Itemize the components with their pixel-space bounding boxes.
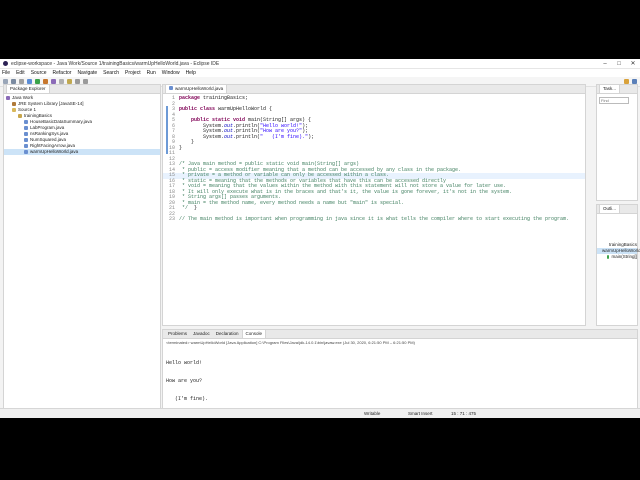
change-marker bbox=[166, 106, 168, 154]
status-writable: Writable bbox=[364, 411, 381, 416]
tab-problems[interactable]: Problems bbox=[165, 330, 190, 338]
code-text: System.out.println(" (I'm fine)."); bbox=[179, 133, 315, 140]
menu-refactor[interactable]: Refactor bbox=[53, 70, 72, 76]
tab-task-list[interactable]: Task... bbox=[599, 85, 621, 93]
menu-edit[interactable]: Edit bbox=[16, 70, 25, 76]
find-input[interactable] bbox=[599, 97, 629, 104]
status-insert-mode: Smart Insert bbox=[408, 411, 433, 416]
package-icon bbox=[18, 114, 22, 118]
code-text: package trainingBasics; bbox=[179, 95, 249, 101]
library-icon bbox=[12, 102, 16, 106]
tab-package-explorer[interactable]: Package Explorer bbox=[6, 85, 50, 93]
code-text: */ } bbox=[179, 205, 198, 211]
menu-source[interactable]: Source bbox=[31, 70, 47, 76]
package-explorer-header: Package Explorer bbox=[4, 85, 160, 94]
project-icon bbox=[6, 96, 10, 100]
terminated-info: <terminated> warmUpHelloWorld [Java Appl… bbox=[166, 340, 415, 345]
tab-declaration[interactable]: Declaration bbox=[213, 330, 242, 338]
code-text: * main = the method name, every method n… bbox=[179, 199, 405, 206]
code-text: public class warmUpHelloWorld { bbox=[179, 106, 273, 112]
maximize-button[interactable]: □ bbox=[612, 61, 626, 67]
code-line: 23 // The main method is important when p… bbox=[163, 216, 585, 223]
menu-search[interactable]: Search bbox=[103, 70, 119, 76]
code-text: } bbox=[179, 144, 183, 151]
java-file-icon bbox=[169, 86, 173, 90]
outline-item-label: main(String[] bbox=[611, 254, 637, 259]
console-line: (I'm fine). bbox=[166, 396, 209, 402]
eclipse-icon bbox=[3, 61, 8, 66]
tab-outline[interactable]: Outli... bbox=[599, 205, 621, 213]
project-tree: Java Work JRE System Library [JavaSE-14] S… bbox=[4, 94, 160, 155]
console-output[interactable]: Hello world! How are you? (I'm fine). bbox=[163, 346, 637, 416]
java-file-icon bbox=[24, 126, 28, 130]
window-title: eclipse-workspace - Java Work/Source 1/t… bbox=[11, 60, 220, 67]
code-editor[interactable]: 1 package trainingBasics; 2 3 public class w… bbox=[163, 94, 585, 223]
menu-run[interactable]: Run bbox=[147, 70, 156, 76]
tab-console[interactable]: Console bbox=[241, 330, 267, 338]
folder-icon bbox=[12, 108, 16, 112]
bottom-tab-bar: Problems Javadoc Declaration Console bbox=[163, 330, 637, 339]
task-list-header: Task... bbox=[597, 85, 637, 94]
menu-file[interactable]: File bbox=[2, 70, 10, 76]
outline-header: Outli... bbox=[597, 205, 637, 214]
console-line: How are you? bbox=[166, 378, 203, 384]
method-icon bbox=[607, 255, 610, 259]
editor-tab-bar: warmUpHelloWorld.java bbox=[163, 85, 585, 94]
menu-help[interactable]: Help bbox=[186, 70, 196, 76]
outline-item[interactable]: main(String[] bbox=[597, 254, 637, 260]
code-text: // The main method is important when pro… bbox=[179, 216, 570, 222]
package-explorer: Package Explorer Java Work JRE System Lib… bbox=[3, 84, 161, 411]
java-file-icon bbox=[24, 150, 28, 154]
eclipse-window: eclipse-workspace - Java Work/Source 1/t… bbox=[0, 59, 640, 418]
java-file-icon bbox=[24, 144, 28, 148]
title-bar: eclipse-workspace - Java Work/Source 1/t… bbox=[0, 59, 640, 69]
status-cursor-position: 15 : 71 : 475 bbox=[451, 411, 477, 416]
java-file-icon bbox=[24, 132, 28, 136]
tree-item-label: warmUpHelloWorld.java bbox=[30, 149, 79, 154]
minimize-button[interactable]: – bbox=[598, 61, 612, 67]
menu-window[interactable]: Window bbox=[162, 70, 180, 76]
editor-tab-label: warmUpHelloWorld.java bbox=[175, 86, 224, 91]
tab-warmuphelloworld[interactable]: warmUpHelloWorld.java bbox=[165, 85, 228, 93]
status-bar: Writable Smart Insert 15 : 71 : 475 bbox=[0, 408, 640, 418]
console-panel: Problems Javadoc Declaration Console <te… bbox=[162, 329, 638, 409]
menu-project[interactable]: Project bbox=[125, 70, 141, 76]
java-file-icon bbox=[24, 120, 28, 124]
outline-panel: Outli... trainingBasics warmUpHelloWorld… bbox=[596, 204, 640, 326]
outline-tree: trainingBasics warmUpHelloWorld main(Str… bbox=[597, 214, 640, 260]
tree-item[interactable]: warmUpHelloWorld.java bbox=[4, 149, 160, 155]
menu-navigate[interactable]: Navigate bbox=[77, 70, 97, 76]
line-number: 23 bbox=[168, 216, 175, 222]
task-list-panel: Task... bbox=[596, 84, 638, 201]
editor-panel: warmUpHelloWorld.java 1 package trainingB… bbox=[162, 84, 586, 326]
menu-bar: File Edit Source Refactor Navigate Searc… bbox=[0, 69, 640, 77]
console-line: Hello world! bbox=[166, 360, 203, 366]
java-file-icon bbox=[24, 138, 28, 142]
tab-javadoc[interactable]: Javadoc bbox=[190, 330, 213, 338]
close-button[interactable]: ✕ bbox=[626, 60, 640, 67]
